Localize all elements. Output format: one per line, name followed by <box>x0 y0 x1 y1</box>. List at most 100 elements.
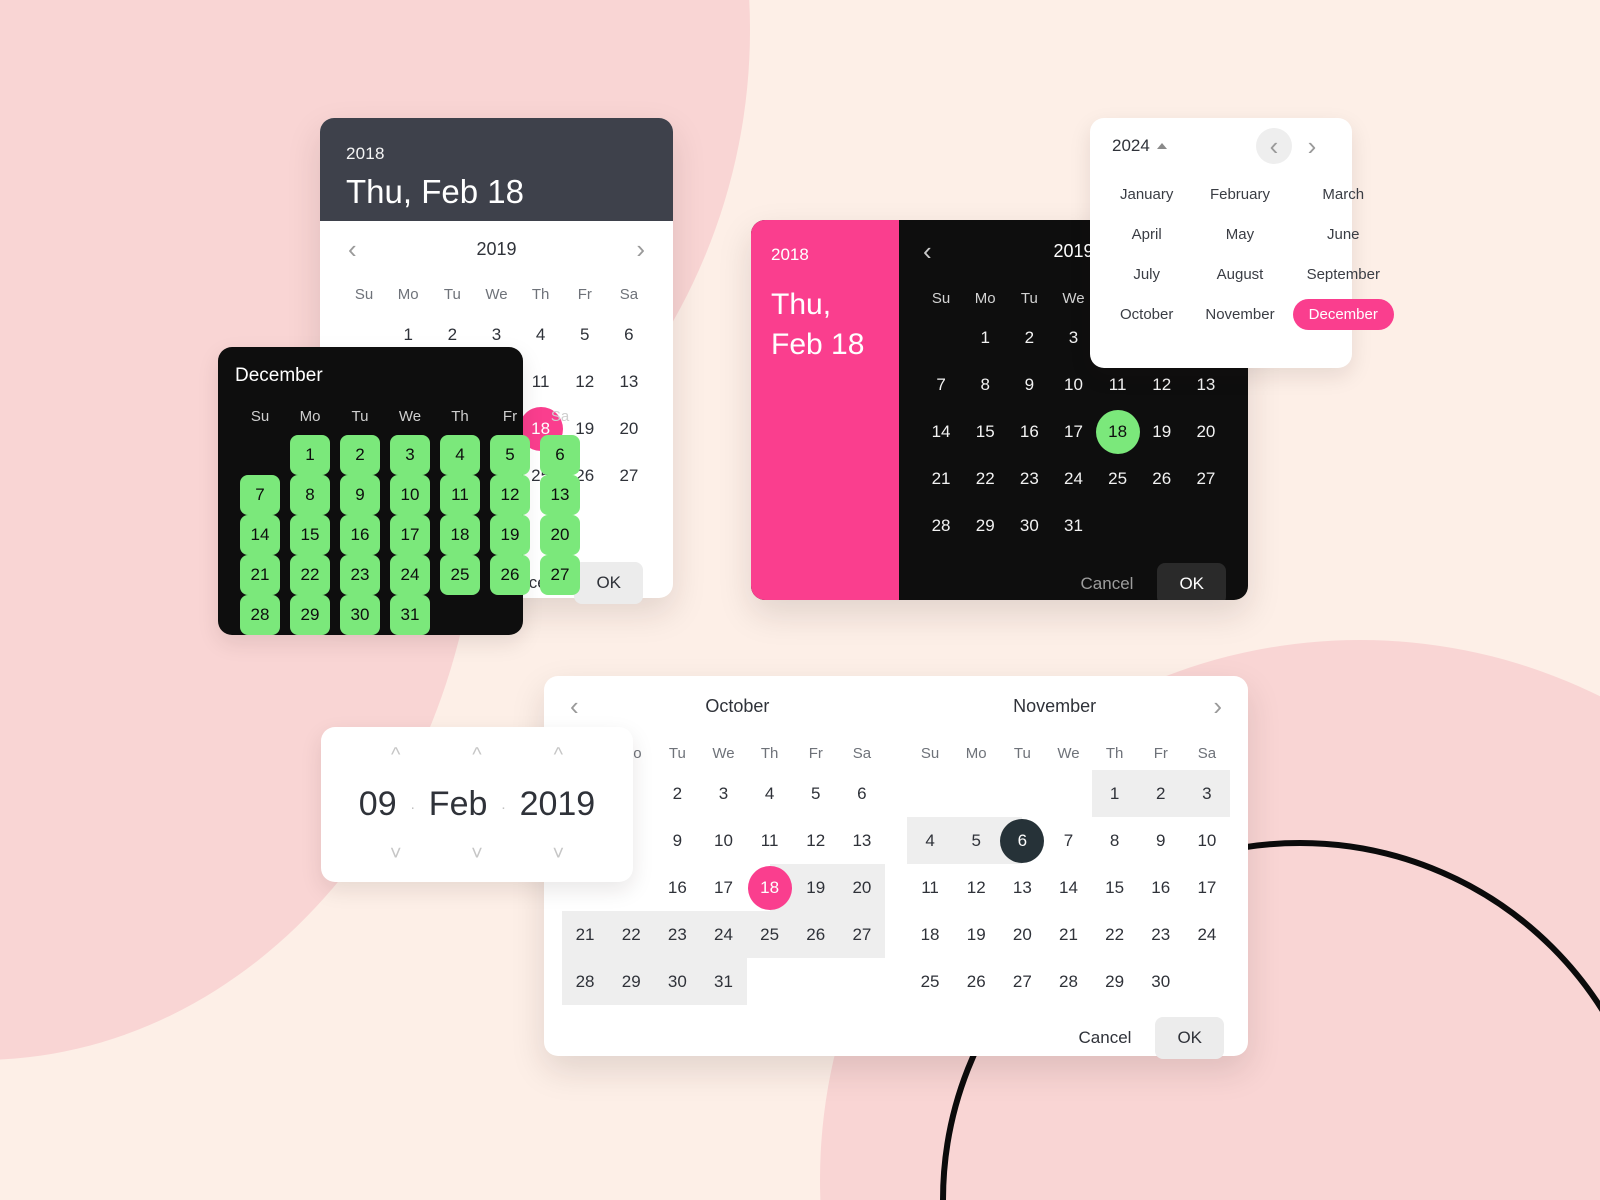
day-cell[interactable]: 4 <box>435 435 485 475</box>
day-cell[interactable]: 10 <box>1051 361 1095 408</box>
day-cell[interactable]: 21 <box>235 555 285 595</box>
day-cell[interactable]: 18 <box>746 864 793 911</box>
day-cell[interactable]: 6 <box>535 435 585 475</box>
day-cell[interactable]: 21 <box>1045 911 1091 958</box>
day-cell[interactable]: 23 <box>335 555 385 595</box>
day-cell[interactable]: 2 <box>654 770 700 817</box>
spinner-day-value[interactable]: 09 <box>359 785 397 824</box>
month-option[interactable]: May <box>1189 214 1290 254</box>
day-cell[interactable]: 11 <box>747 817 793 864</box>
day-cell[interactable]: 26 <box>485 555 535 595</box>
day-cell[interactable]: 26 <box>953 958 999 1005</box>
day-cell[interactable]: 6 <box>999 817 1046 864</box>
day-cell[interactable]: 12 <box>485 475 535 515</box>
day-cell[interactable]: 5 <box>485 435 535 475</box>
day-cell[interactable]: 11 <box>1096 361 1140 408</box>
month-option[interactable]: March <box>1291 174 1396 214</box>
day-cell[interactable]: 6 <box>607 311 651 358</box>
day-cell[interactable]: 23 <box>1138 911 1184 958</box>
day-cell[interactable]: 25 <box>746 911 793 958</box>
day-cell[interactable]: 1 <box>963 314 1007 361</box>
day-cell[interactable]: 11 <box>519 358 563 405</box>
day-cell[interactable]: 28 <box>1045 958 1091 1005</box>
month-option[interactable]: January <box>1104 174 1189 214</box>
cancel-button[interactable]: Cancel <box>1065 563 1150 600</box>
spinner-year-value[interactable]: 2019 <box>520 785 596 824</box>
day-cell[interactable]: 15 <box>285 515 335 555</box>
cancel-button[interactable]: Cancel <box>1063 1017 1148 1059</box>
day-cell[interactable]: 17 <box>385 515 435 555</box>
day-cell[interactable]: 30 <box>1007 502 1051 549</box>
day-cell[interactable]: 3 <box>385 435 435 475</box>
day-cell[interactable]: 8 <box>1092 817 1138 864</box>
day-cell[interactable]: 3 <box>700 770 746 817</box>
day-cell[interactable]: 9 <box>335 475 385 515</box>
day-cell[interactable]: 9 <box>1138 817 1184 864</box>
day-cell[interactable]: 4 <box>519 311 563 358</box>
day-cell[interactable]: 28 <box>562 958 609 1005</box>
day-cell[interactable]: 18 <box>907 911 953 958</box>
day-cell[interactable]: 24 <box>1051 455 1095 502</box>
day-cell[interactable]: 25 <box>435 555 485 595</box>
day-cell[interactable]: 25 <box>1096 455 1140 502</box>
day-cell[interactable]: 13 <box>535 475 585 515</box>
day-cell[interactable]: 26 <box>1140 455 1184 502</box>
month-option[interactable]: September <box>1291 254 1396 294</box>
day-cell[interactable]: 18 <box>435 515 485 555</box>
day-cell[interactable]: 1 <box>285 435 335 475</box>
day-cell[interactable]: 16 <box>1007 408 1051 455</box>
day-cell[interactable]: 23 <box>1007 455 1051 502</box>
day-cell[interactable]: 28 <box>919 502 963 549</box>
day-cell[interactable]: 25 <box>907 958 953 1005</box>
day-cell[interactable]: 7 <box>235 475 285 515</box>
day-cell[interactable]: 8 <box>963 361 1007 408</box>
day-cell[interactable]: 28 <box>235 595 285 635</box>
day-cell[interactable]: 10 <box>1184 817 1230 864</box>
day-cell[interactable]: 21 <box>919 455 963 502</box>
day-cell[interactable]: 1 <box>1091 770 1138 817</box>
chevron-down-icon[interactable]: ˅ <box>471 844 483 864</box>
month-option[interactable]: August <box>1189 254 1290 294</box>
chevron-down-icon[interactable]: ˅ <box>390 844 402 864</box>
day-cell[interactable]: 6 <box>839 770 885 817</box>
day-cell[interactable]: 15 <box>1092 864 1138 911</box>
day-cell[interactable]: 13 <box>839 817 885 864</box>
day-cell[interactable]: 29 <box>608 958 655 1005</box>
day-cell[interactable]: 19 <box>792 864 839 911</box>
day-cell[interactable]: 14 <box>235 515 285 555</box>
year-selector-button[interactable]: 2024 <box>1112 136 1167 156</box>
day-cell[interactable]: 12 <box>793 817 839 864</box>
day-cell[interactable]: 19 <box>953 911 999 958</box>
day-cell[interactable]: 27 <box>1184 455 1228 502</box>
day-cell[interactable]: 16 <box>1138 864 1184 911</box>
day-cell[interactable]: 7 <box>1045 817 1091 864</box>
month-option[interactable]: November <box>1189 294 1290 334</box>
day-cell[interactable]: 12 <box>563 358 607 405</box>
day-cell[interactable]: 5 <box>563 311 607 358</box>
day-cell[interactable]: 10 <box>385 475 435 515</box>
day-cell[interactable]: 13 <box>607 358 651 405</box>
day-cell[interactable]: 16 <box>335 515 385 555</box>
day-cell[interactable]: 16 <box>654 864 700 911</box>
month-option[interactable]: December <box>1291 294 1396 334</box>
day-cell[interactable]: 15 <box>963 408 1007 455</box>
month-option[interactable]: June <box>1291 214 1396 254</box>
day-cell[interactable]: 3 <box>1051 314 1095 361</box>
day-cell[interactable]: 27 <box>607 452 651 499</box>
chevron-right-icon[interactable]: › <box>1213 693 1222 719</box>
day-cell[interactable]: 24 <box>1184 911 1230 958</box>
day-cell[interactable]: 29 <box>963 502 1007 549</box>
chevron-up-icon[interactable]: ^ <box>472 745 481 765</box>
ok-button[interactable]: OK <box>1157 563 1226 600</box>
day-cell[interactable]: 9 <box>1007 361 1051 408</box>
chevron-right-icon[interactable]: › <box>1294 128 1330 164</box>
day-cell[interactable]: 19 <box>1140 408 1184 455</box>
pink-calendar-title[interactable]: 2019 <box>1053 241 1093 262</box>
day-cell[interactable]: 12 <box>1140 361 1184 408</box>
day-cell[interactable]: 11 <box>435 475 485 515</box>
chevron-left-icon[interactable]: ‹ <box>1256 128 1292 164</box>
day-cell[interactable]: 20 <box>838 864 885 911</box>
chevron-left-icon[interactable]: ‹ <box>923 238 932 264</box>
day-cell[interactable]: 14 <box>919 408 963 455</box>
day-cell[interactable]: 24 <box>385 555 435 595</box>
